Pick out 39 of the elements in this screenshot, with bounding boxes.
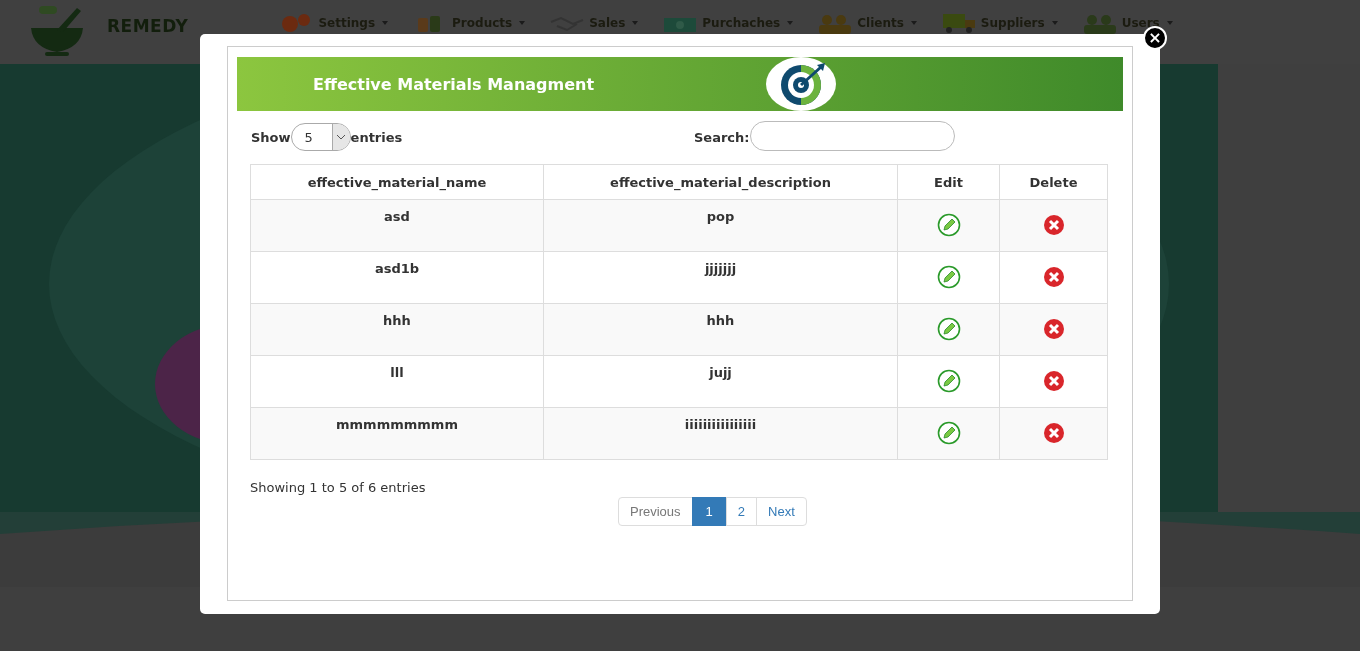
- delete-icon[interactable]: [1042, 266, 1065, 288]
- delete-icon[interactable]: [1042, 318, 1065, 340]
- edit-icon[interactable]: [936, 421, 961, 445]
- close-button[interactable]: ×: [1143, 26, 1167, 50]
- table-cell: jujj: [543, 355, 898, 408]
- column-header: effective_material_description: [543, 164, 898, 200]
- modal-title: Effective Materials Managment: [313, 74, 596, 94]
- table-cell: mmmmmmmmm: [250, 407, 544, 460]
- search-label: Search:: [694, 130, 750, 145]
- delete-icon[interactable]: [1042, 214, 1065, 236]
- pagination-button[interactable]: 1: [691, 497, 727, 526]
- truck-icon: [940, 12, 977, 34]
- edit-icon[interactable]: [936, 265, 961, 289]
- column-header: Delete: [999, 164, 1108, 200]
- edit-icon[interactable]: [936, 213, 961, 237]
- chevron-icon: [336, 134, 347, 140]
- target-icon: [765, 57, 837, 111]
- pagination-button[interactable]: 2: [725, 497, 758, 526]
- table-cell: hhh: [543, 303, 898, 356]
- table-cell: iiiiiiiiiiiiiiii: [543, 407, 898, 460]
- pagination-button[interactable]: Next: [756, 497, 807, 526]
- table-cell: asd1b: [250, 251, 544, 304]
- table-cell: lll: [250, 355, 544, 408]
- column-header: effective_material_name: [250, 164, 544, 200]
- people-icon: [1081, 12, 1118, 34]
- table-cell: jjjjjjj: [543, 251, 898, 304]
- table-info: Showing 1 to 5 of 6 entries: [250, 480, 427, 495]
- entries-label: entries: [350, 130, 403, 145]
- show-label: Show: [251, 130, 291, 145]
- delete-icon[interactable]: [1042, 422, 1065, 444]
- table-cell: pop: [543, 199, 898, 252]
- column-header: Edit: [897, 164, 1000, 200]
- edit-icon[interactable]: [936, 317, 961, 341]
- edit-icon[interactable]: [936, 369, 961, 393]
- table-cell: hhh: [250, 303, 544, 356]
- table-cell: asd: [250, 199, 544, 252]
- people-icon: [817, 12, 854, 34]
- search-field[interactable]: [749, 121, 955, 151]
- delete-icon[interactable]: [1042, 370, 1065, 392]
